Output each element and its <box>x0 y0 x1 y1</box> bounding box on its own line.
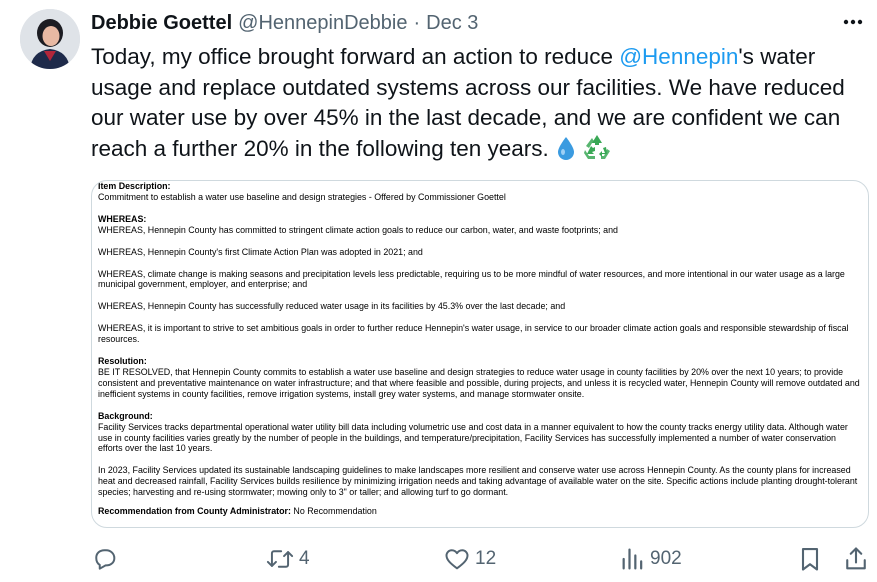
doc-whereas-4: WHEREAS, Hennepin County has successfull… <box>98 301 566 312</box>
doc-background-heading: Background: <box>98 410 153 421</box>
views-icon <box>622 548 643 570</box>
doc-whereas-1: WHEREAS, Hennepin County has committed t… <box>98 224 618 235</box>
droplet-icon <box>555 136 577 169</box>
doc-background-2: In 2023, Facility Services updated its s… <box>98 465 858 498</box>
doc-background-1: Facility Services tracks departmental op… <box>98 421 848 454</box>
doc-item-text: Commitment to establish a water use base… <box>98 191 506 202</box>
retweet-count: 4 <box>299 548 310 569</box>
doc-resolution-heading: Resolution: <box>98 356 147 367</box>
mention-link[interactable]: @Hennepin <box>619 44 738 69</box>
reply-button[interactable] <box>91 540 123 578</box>
heart-icon <box>445 549 469 570</box>
doc-recommendation-heading: Recommendation from County Administrator… <box>98 506 291 517</box>
doc-whereas-heading: WHEREAS: <box>98 213 147 224</box>
document-image: Item Description: Commitment to establis… <box>98 181 862 517</box>
doc-recommendation: Recommendation from County Administrator… <box>98 506 862 517</box>
share-icon <box>846 547 866 570</box>
bookmark-icon <box>801 548 819 571</box>
doc-resolution-text: BE IT RESOLVED, that Hennepin County com… <box>98 366 860 399</box>
doc-whereas-2: WHEREAS, Hennepin County's first Climate… <box>98 246 423 257</box>
doc-recommendation-value: No Recommendation <box>290 506 377 517</box>
doc-whereas-5: WHEREAS, it is important to strive to se… <box>98 323 849 345</box>
tweet-text-part-1: Today, my office brought forward an acti… <box>91 44 620 69</box>
retweet-icon <box>266 550 294 568</box>
tweet-text: Today, my office brought forward an acti… <box>91 42 866 168</box>
recycle-icon <box>583 134 611 169</box>
tweet-action-bar: 4 12 902 <box>91 540 867 578</box>
author-handle[interactable]: @HennepinDebbie <box>238 12 407 35</box>
reply-icon <box>95 549 116 570</box>
like-button[interactable]: 12 <box>443 540 496 578</box>
doc-whereas-3: WHEREAS, climate change is making season… <box>98 268 845 290</box>
doc-item-heading: Item Description: <box>98 181 171 191</box>
tweet-media-image[interactable]: Item Description: Commitment to establis… <box>91 180 869 528</box>
share-button[interactable] <box>843 540 869 578</box>
tweet-header: Debbie Goettel @HennepinDebbie · Dec 3 <box>91 10 478 36</box>
bookmark-button[interactable] <box>797 540 823 578</box>
retweet-button[interactable]: 4 <box>265 540 310 578</box>
more-options-button[interactable] <box>841 10 865 34</box>
like-count: 12 <box>475 548 497 569</box>
views-count: 902 <box>650 548 682 569</box>
avatar-photo <box>20 9 80 69</box>
author-avatar[interactable] <box>20 9 80 69</box>
views-button[interactable]: 902 <box>620 540 682 578</box>
more-icon <box>843 19 863 25</box>
separator-dot: · <box>413 11 421 34</box>
author-name[interactable]: Debbie Goettel <box>91 12 232 35</box>
tweet-date[interactable]: Dec 3 <box>426 12 478 35</box>
